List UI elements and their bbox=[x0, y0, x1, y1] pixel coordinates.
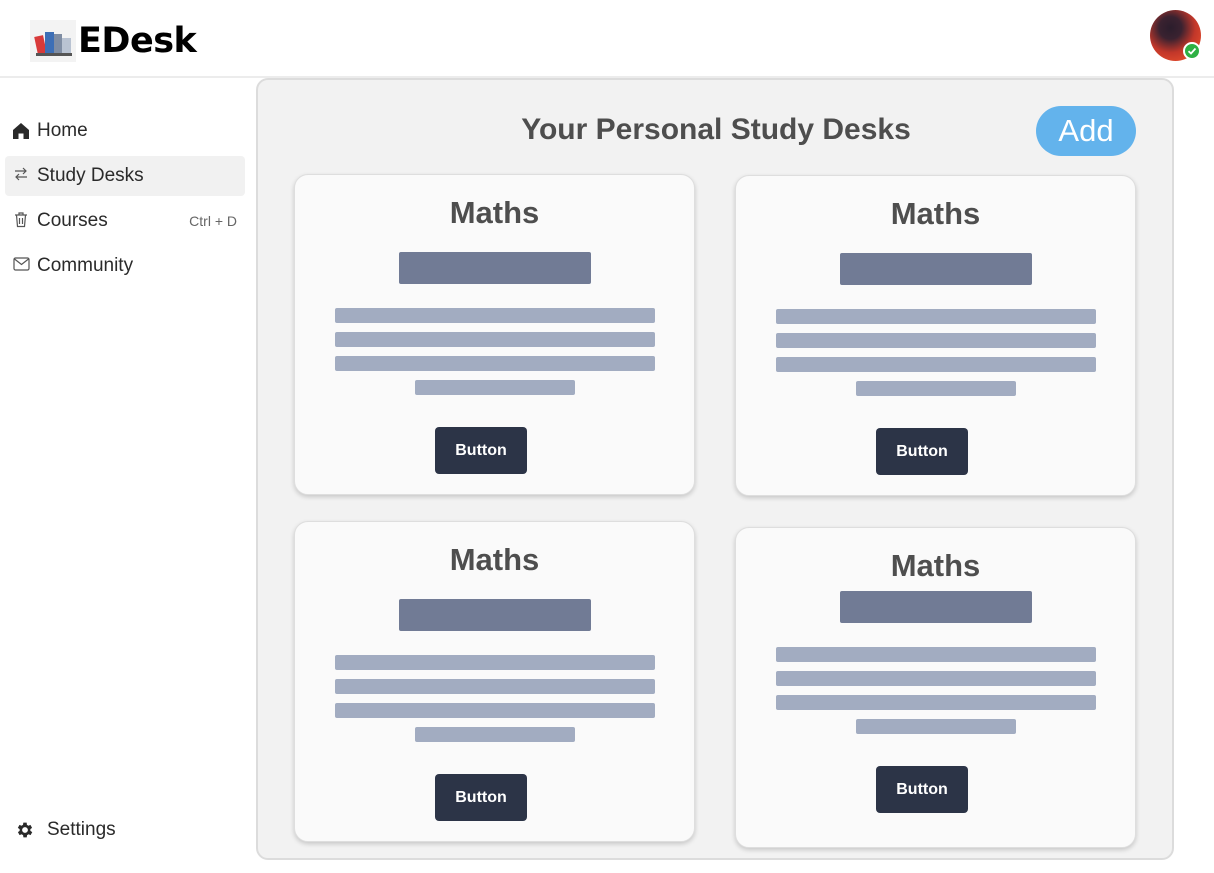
placeholder-line bbox=[776, 309, 1096, 324]
placeholder-line bbox=[335, 655, 655, 670]
placeholder-line bbox=[856, 719, 1016, 734]
study-desk-card: Maths Button bbox=[735, 175, 1136, 496]
placeholder-line bbox=[335, 703, 655, 718]
sidebar-item-settings[interactable]: Settings bbox=[15, 810, 215, 850]
card-button[interactable]: Button bbox=[876, 766, 968, 813]
sidebar: Home Study Desks Courses Ctrl + D Commun… bbox=[0, 80, 250, 873]
card-title: Maths bbox=[890, 196, 981, 231]
placeholder-heading bbox=[399, 599, 591, 631]
study-desk-card: Maths Button bbox=[294, 521, 695, 842]
placeholder-line bbox=[335, 356, 655, 371]
app-name: EDesk bbox=[78, 21, 197, 61]
placeholder-line bbox=[415, 727, 575, 742]
home-icon bbox=[11, 121, 31, 141]
placeholder-line bbox=[776, 333, 1096, 348]
gear-icon bbox=[15, 820, 35, 840]
study-desks-panel: Your Personal Study Desks Add Maths Butt… bbox=[256, 78, 1174, 860]
sidebar-item-courses[interactable]: Courses Ctrl + D bbox=[5, 201, 245, 241]
sidebar-item-label: Community bbox=[37, 255, 134, 276]
placeholder-line bbox=[415, 380, 575, 395]
keyboard-shortcut: Ctrl + D bbox=[189, 213, 237, 229]
placeholder-line bbox=[335, 332, 655, 347]
sidebar-item-community[interactable]: Community bbox=[5, 246, 245, 286]
placeholder-heading bbox=[399, 252, 591, 284]
study-desk-card: Maths Button bbox=[294, 174, 695, 495]
placeholder-line bbox=[335, 308, 655, 323]
trash-icon bbox=[11, 209, 31, 229]
placeholder-heading bbox=[840, 591, 1032, 623]
card-button[interactable]: Button bbox=[435, 427, 527, 474]
sidebar-item-home[interactable]: Home bbox=[5, 111, 245, 151]
placeholder-line bbox=[776, 695, 1096, 710]
add-desk-button[interactable]: Add bbox=[1036, 106, 1136, 156]
sidebar-item-label: Home bbox=[37, 120, 88, 141]
placeholder-line bbox=[776, 671, 1096, 686]
placeholder-line bbox=[776, 647, 1096, 662]
swap-icon bbox=[11, 164, 31, 184]
settings-label: Settings bbox=[47, 819, 116, 840]
placeholder-line bbox=[856, 381, 1016, 396]
online-status-icon bbox=[1183, 42, 1201, 60]
placeholder-heading bbox=[840, 253, 1032, 285]
books-logo-icon bbox=[30, 20, 76, 62]
study-desk-card: Maths Button bbox=[735, 527, 1136, 848]
mail-icon bbox=[11, 254, 31, 274]
app-logo[interactable]: EDesk bbox=[30, 20, 197, 62]
card-button[interactable]: Button bbox=[435, 774, 527, 821]
app-header: EDesk bbox=[0, 0, 1214, 78]
card-title: Maths bbox=[449, 542, 540, 577]
sidebar-item-label: Study Desks bbox=[37, 165, 144, 186]
sidebar-item-study-desks[interactable]: Study Desks bbox=[5, 156, 245, 196]
card-button[interactable]: Button bbox=[876, 428, 968, 475]
card-title: Maths bbox=[449, 195, 540, 230]
placeholder-line bbox=[335, 679, 655, 694]
placeholder-line bbox=[776, 357, 1096, 372]
card-title: Maths bbox=[890, 548, 981, 583]
sidebar-item-label: Courses bbox=[37, 210, 108, 231]
